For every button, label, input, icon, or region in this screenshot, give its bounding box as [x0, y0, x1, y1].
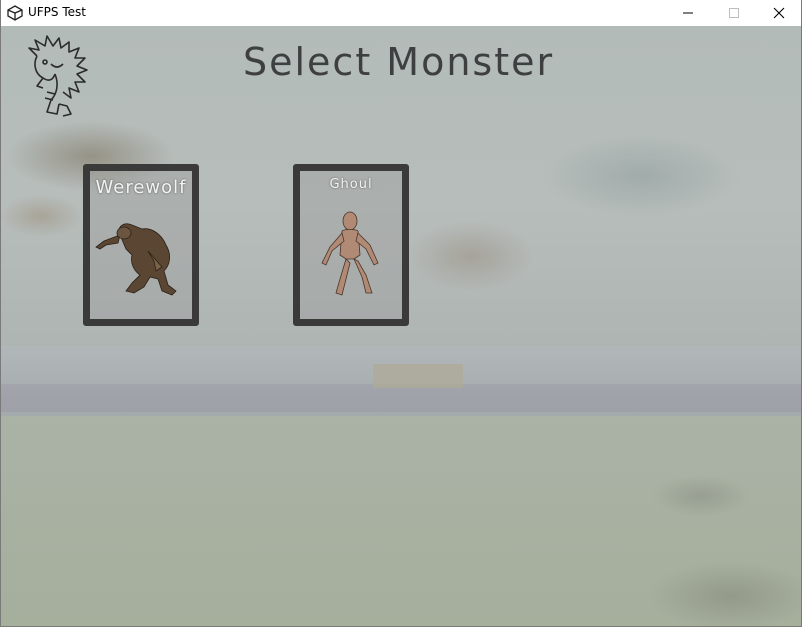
close-icon: [773, 7, 785, 19]
spiky-creature-logo-icon: [28, 35, 88, 117]
maximize-icon: [729, 8, 739, 18]
unity-icon: [7, 5, 23, 21]
close-button[interactable]: [756, 0, 801, 26]
werewolf-figure: [95, 223, 177, 296]
ghoul-figure: [321, 211, 379, 296]
game-viewport: Select Monster Werewolf Ghoul: [1, 26, 801, 626]
monster-card-werewolf[interactable]: Werewolf: [83, 164, 199, 326]
minimize-button[interactable]: [665, 0, 711, 26]
window-title: UFPS Test: [28, 5, 86, 19]
monster-card-ghoul[interactable]: Ghoul: [293, 164, 409, 326]
maximize-button[interactable]: [711, 0, 757, 26]
minimize-icon: [683, 12, 693, 14]
background-building: [373, 364, 463, 388]
page-title: Select Monster: [243, 40, 555, 84]
app-window: UFPS Test Select Monster Werewolf Ghoul: [0, 0, 802, 627]
title-bar: UFPS Test: [1, 0, 801, 26]
background-road: [1, 384, 801, 412]
